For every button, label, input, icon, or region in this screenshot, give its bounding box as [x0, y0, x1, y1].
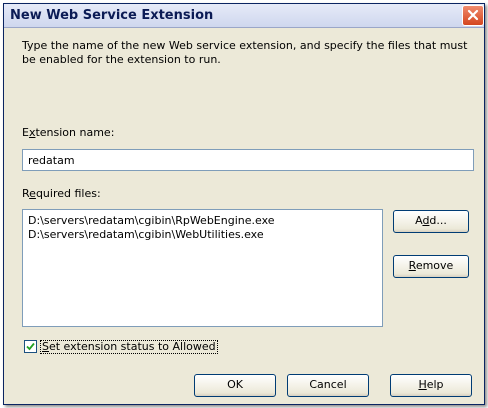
description-text: Type the name of the new Web service ext…: [22, 39, 468, 66]
allowed-checkbox[interactable]: [24, 340, 37, 353]
title-bar[interactable]: New Web Service Extension: [4, 4, 484, 28]
cancel-button[interactable]: Cancel: [287, 374, 369, 397]
required-files-label: Required files:: [22, 187, 101, 200]
extension-name-input[interactable]: redatam: [22, 149, 474, 171]
new-web-service-extension-dialog: New Web Service Extension Type the name …: [3, 3, 485, 405]
dialog-title: New Web Service Extension: [10, 8, 214, 23]
checkmark-icon: [26, 342, 35, 351]
allowed-checkbox-label[interactable]: Set extension status to Allowed: [40, 340, 218, 354]
add-button[interactable]: Add...: [393, 210, 469, 233]
required-files-list[interactable]: D:\servers\redatam\cgibin\RpWebEngine.ex…: [22, 209, 383, 327]
close-button[interactable]: [462, 5, 484, 26]
extension-name-label: Extension name:: [22, 126, 115, 139]
ok-button[interactable]: OK: [194, 374, 276, 397]
extension-name-value: redatam: [28, 154, 75, 167]
list-item[interactable]: D:\servers\redatam\cgibin\WebUtilities.e…: [28, 228, 264, 241]
help-button[interactable]: Help: [390, 374, 472, 397]
remove-button[interactable]: Remove: [393, 255, 469, 278]
list-item[interactable]: D:\servers\redatam\cgibin\RpWebEngine.ex…: [28, 214, 275, 227]
close-icon: [467, 9, 479, 21]
